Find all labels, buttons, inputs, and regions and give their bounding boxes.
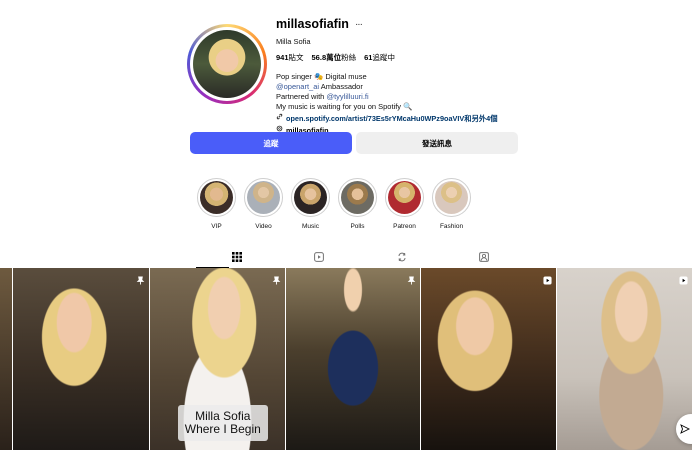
pin-icon: [272, 272, 281, 285]
pin-icon: [136, 272, 145, 285]
grid-icon: [232, 252, 243, 262]
link-icon: [276, 113, 284, 124]
posts-count: 941貼文: [276, 53, 304, 62]
highlight-cover: [341, 181, 374, 214]
post-thumbnail[interactable]: [421, 268, 557, 450]
followers-count[interactable]: 56.8萬位粉絲: [312, 52, 357, 63]
highlight-polls[interactable]: Polls: [338, 178, 377, 230]
reels-icon: [314, 252, 325, 262]
highlight-vip[interactable]: VIP: [197, 178, 236, 230]
posts-grid: Milla Sofia Where I Begin: [0, 268, 692, 450]
message-button[interactable]: 發送訊息: [356, 132, 518, 154]
tab-reels[interactable]: [278, 248, 360, 266]
following-count[interactable]: 61追蹤中: [364, 52, 395, 63]
send-icon: [680, 424, 690, 434]
profile-stats: 941貼文 56.8萬位粉絲 61追蹤中: [276, 52, 526, 63]
full-name: Milla Sofia: [276, 37, 311, 46]
reel-icon: [679, 272, 688, 285]
partner-link[interactable]: @tyylilluuri.fi: [326, 92, 368, 101]
profile-avatar[interactable]: [187, 24, 267, 104]
profile-tabs: [196, 248, 525, 268]
tab-posts[interactable]: [196, 248, 278, 268]
highlight-fashion[interactable]: Fashion: [432, 178, 471, 230]
highlight-cover: [247, 181, 280, 214]
profile-info: millasofiafin ··· Milla Sofia 941貼文 56.8…: [276, 14, 526, 136]
bio: Pop singer 🎭 Digital muse @openart_ai Am…: [276, 72, 413, 111]
external-link[interactable]: open.spotify.com/artist/73Es5rYMcaHu0WPz…: [276, 113, 526, 124]
post-thumbnail[interactable]: [12, 268, 149, 450]
highlight-cover: [388, 181, 421, 214]
highlight-cover: [294, 181, 327, 214]
profile-actions: 追蹤 發送訊息: [190, 132, 518, 154]
username: millasofiafin: [276, 17, 349, 31]
tab-tagged[interactable]: [443, 248, 525, 266]
pin-icon: [407, 272, 416, 285]
avatar-photo: [193, 30, 261, 98]
story-highlights: VIP Video Music Polls Patreon Fashion: [197, 178, 471, 230]
more-options-icon[interactable]: ···: [355, 19, 363, 30]
profile-header: millasofiafin ··· Milla Sofia 941貼文 56.8…: [186, 14, 526, 136]
post-thumbnail[interactable]: [0, 268, 12, 450]
tab-reposts[interactable]: [361, 248, 443, 266]
repost-icon: [398, 252, 406, 262]
post-thumbnail[interactable]: [285, 268, 421, 450]
follow-button[interactable]: 追蹤: [190, 132, 352, 154]
highlight-music[interactable]: Music: [291, 178, 330, 230]
reel-icon: [543, 272, 552, 285]
highlight-cover: [200, 181, 233, 214]
highlight-video[interactable]: Video: [244, 178, 283, 230]
openart-link[interactable]: @openart_ai: [276, 82, 319, 91]
highlight-cover: [435, 181, 468, 214]
highlight-patreon[interactable]: Patreon: [385, 178, 424, 230]
post-thumbnail[interactable]: Milla Sofia Where I Begin: [149, 268, 285, 450]
post-caption-overlay: Milla Sofia Where I Begin: [177, 405, 268, 441]
tagged-icon: [478, 252, 489, 262]
post-thumbnail[interactable]: [557, 268, 692, 450]
